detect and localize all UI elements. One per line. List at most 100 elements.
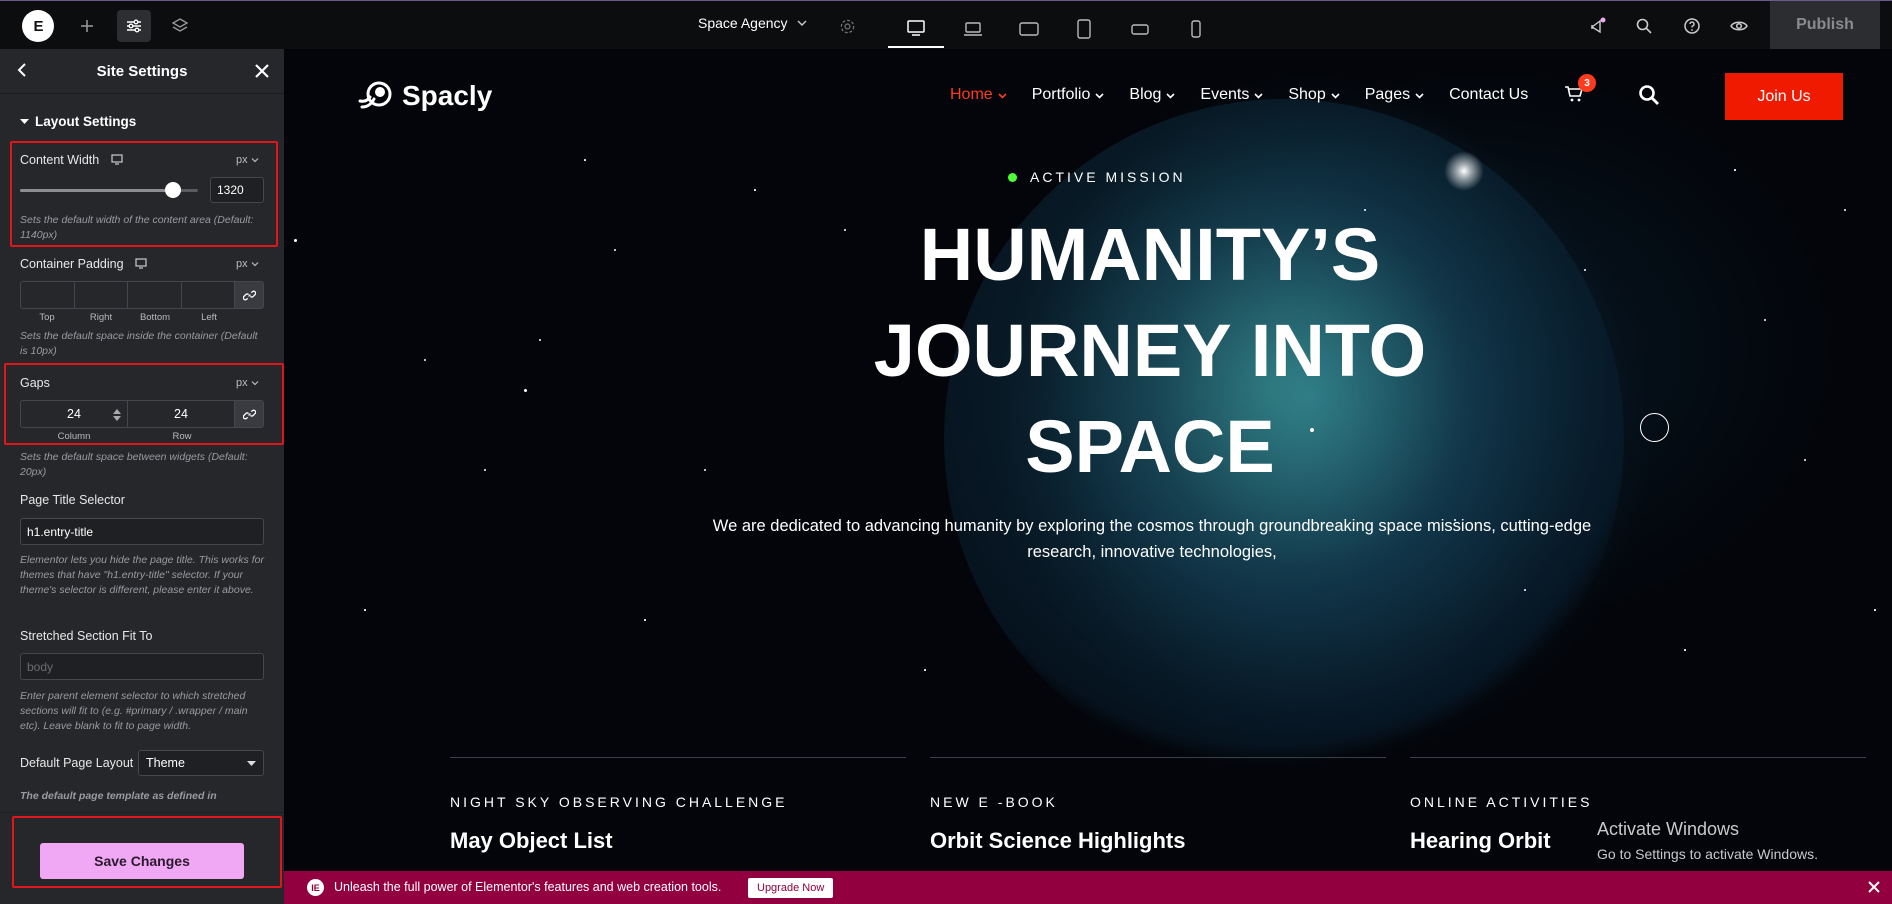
content-width-input[interactable]: 1320: [210, 177, 264, 203]
gap-row-input[interactable]: 24: [128, 401, 235, 427]
desktop-icon[interactable]: [111, 154, 123, 165]
selected-value: Theme: [146, 756, 185, 770]
nav-item[interactable]: Events: [1200, 86, 1264, 104]
help-button[interactable]: [1675, 10, 1709, 42]
padding-left-input[interactable]: [182, 282, 235, 308]
nav-item[interactable]: Pages: [1365, 86, 1425, 104]
sliders-icon: [127, 19, 141, 33]
nav-item-label: Portfolio: [1031, 86, 1091, 103]
mobile-icon: [1191, 20, 1201, 38]
chevron-down-icon: [251, 262, 259, 267]
gaps-unit-select[interactable]: px: [236, 377, 259, 389]
panel-header: Site Settings: [0, 49, 284, 94]
chevron-down-icon: [998, 92, 1007, 99]
site-logo[interactable]: Spacly: [358, 77, 492, 115]
nav-item[interactable]: Shop: [1288, 86, 1340, 104]
link-values-button[interactable]: [235, 282, 263, 308]
card-title[interactable]: Orbit Science Highlights: [930, 828, 1386, 854]
nav-item[interactable]: Contact Us: [1449, 86, 1528, 104]
promo-text: Unleash the full power of Elementor's fe…: [334, 880, 722, 894]
feature-card[interactable]: NEW E -BOOK Orbit Science Highlights: [930, 757, 1386, 854]
chevron-down-icon: [1095, 92, 1104, 99]
gap-labels: Column Row: [20, 431, 236, 442]
section-title: Layout Settings: [35, 114, 137, 129]
padding-top-input[interactable]: [21, 282, 75, 308]
gear-icon: [840, 19, 854, 33]
default-page-layout-select[interactable]: Theme: [138, 750, 264, 776]
preview-canvas: Spacly Home Portfolio Blog Events Shop Pages C…: [284, 49, 1892, 871]
elementor-badge-icon: IE: [307, 879, 324, 896]
add-element-button[interactable]: [70, 10, 104, 42]
star: [294, 239, 297, 242]
preview-button[interactable]: [1722, 10, 1756, 42]
save-changes-button[interactable]: Save Changes: [40, 843, 244, 879]
cursor-ring: [1640, 413, 1669, 442]
unit-label: px: [236, 258, 248, 270]
site-selector[interactable]: Space Agency: [698, 15, 808, 31]
close-icon[interactable]: [252, 61, 272, 81]
gap-column-input[interactable]: 24: [21, 401, 128, 427]
slider-handle[interactable]: [165, 182, 182, 198]
padding-side-labels: Top Right Bottom Left: [20, 312, 236, 323]
stretched-section-input[interactable]: body: [20, 653, 264, 680]
star: [754, 189, 756, 191]
device-mobile-button[interactable]: [1168, 10, 1224, 48]
nav-item[interactable]: Blog: [1129, 86, 1176, 104]
close-icon[interactable]: [1866, 879, 1882, 895]
help-icon: [1684, 18, 1700, 34]
gaps-label: Gaps: [20, 376, 50, 390]
device-desktop-button[interactable]: [888, 10, 944, 48]
publish-button[interactable]: Publish: [1770, 1, 1880, 49]
site-settings-button[interactable]: [117, 10, 151, 42]
star: [524, 389, 527, 392]
padding-bottom-input[interactable]: [128, 282, 182, 308]
content-width-unit-select[interactable]: px: [236, 154, 259, 166]
page-settings-button[interactable]: [830, 10, 864, 42]
whats-new-button[interactable]: [1581, 10, 1615, 42]
upgrade-now-button[interactable]: Upgrade Now: [748, 878, 834, 898]
star: [364, 609, 366, 611]
desktop-icon[interactable]: [135, 258, 147, 269]
page-title-selector-input[interactable]: h1.entry-title: [20, 518, 264, 545]
nav-item[interactable]: Home: [950, 86, 1008, 104]
page-title-selector-label: Page Title Selector: [20, 493, 125, 507]
chevron-left-icon[interactable]: [14, 61, 32, 79]
content-width-label-text: Content Width: [20, 153, 100, 167]
site-search-button[interactable]: [1638, 84, 1660, 111]
nav-item-label: Shop: [1288, 86, 1326, 103]
stepper-icon[interactable]: [112, 408, 122, 422]
device-laptop-button[interactable]: [945, 10, 1001, 48]
unit-label: px: [236, 154, 248, 166]
tablet-landscape-icon: [1019, 22, 1039, 36]
layers-icon: [171, 18, 189, 32]
mission-kicker: ACTIVE MISSION: [1008, 169, 1186, 185]
padding-left-label: Left: [201, 312, 217, 323]
layout-settings-toggle[interactable]: Layout Settings: [20, 114, 136, 129]
container-padding-label-text: Container Padding: [20, 257, 124, 271]
chevron-down-icon: [251, 158, 259, 163]
windows-activation-watermark: Activate Windows Go to Settings to activ…: [1597, 819, 1818, 862]
nav-item-label: Contact Us: [1449, 86, 1529, 103]
padding-right-input[interactable]: [75, 282, 128, 308]
device-mobile-landscape-button[interactable]: [1112, 10, 1168, 48]
card-category: NIGHT SKY OBSERVING CHALLENGE: [450, 794, 788, 810]
join-us-button[interactable]: Join Us: [1725, 73, 1843, 120]
feature-card[interactable]: NIGHT SKY OBSERVING CHALLENGE May Object…: [450, 757, 906, 854]
watermark-line1: Activate Windows: [1597, 819, 1740, 839]
tablet-icon: [1077, 19, 1091, 39]
container-padding-unit-select[interactable]: px: [236, 258, 259, 270]
structure-button[interactable]: [163, 10, 197, 42]
search-icon: [1636, 18, 1652, 34]
finder-button[interactable]: [1627, 10, 1661, 42]
container-padding-hint: Sets the default space inside the contai…: [20, 330, 258, 357]
desktop-icon: [907, 20, 925, 36]
device-tablet-button[interactable]: [1056, 10, 1112, 48]
padding-top-label: Top: [39, 312, 55, 323]
link-values-button[interactable]: [235, 401, 263, 427]
elementor-editor: E Space Agency Publish Site Settings Lay…: [0, 0, 1892, 904]
site-name: Space Agency: [698, 15, 788, 31]
nav-item[interactable]: Portfolio: [1032, 86, 1106, 104]
elementor-logo-button[interactable]: E: [22, 10, 54, 42]
card-title[interactable]: May Object List: [450, 828, 906, 854]
device-tablet-landscape-button[interactable]: [1001, 10, 1057, 48]
